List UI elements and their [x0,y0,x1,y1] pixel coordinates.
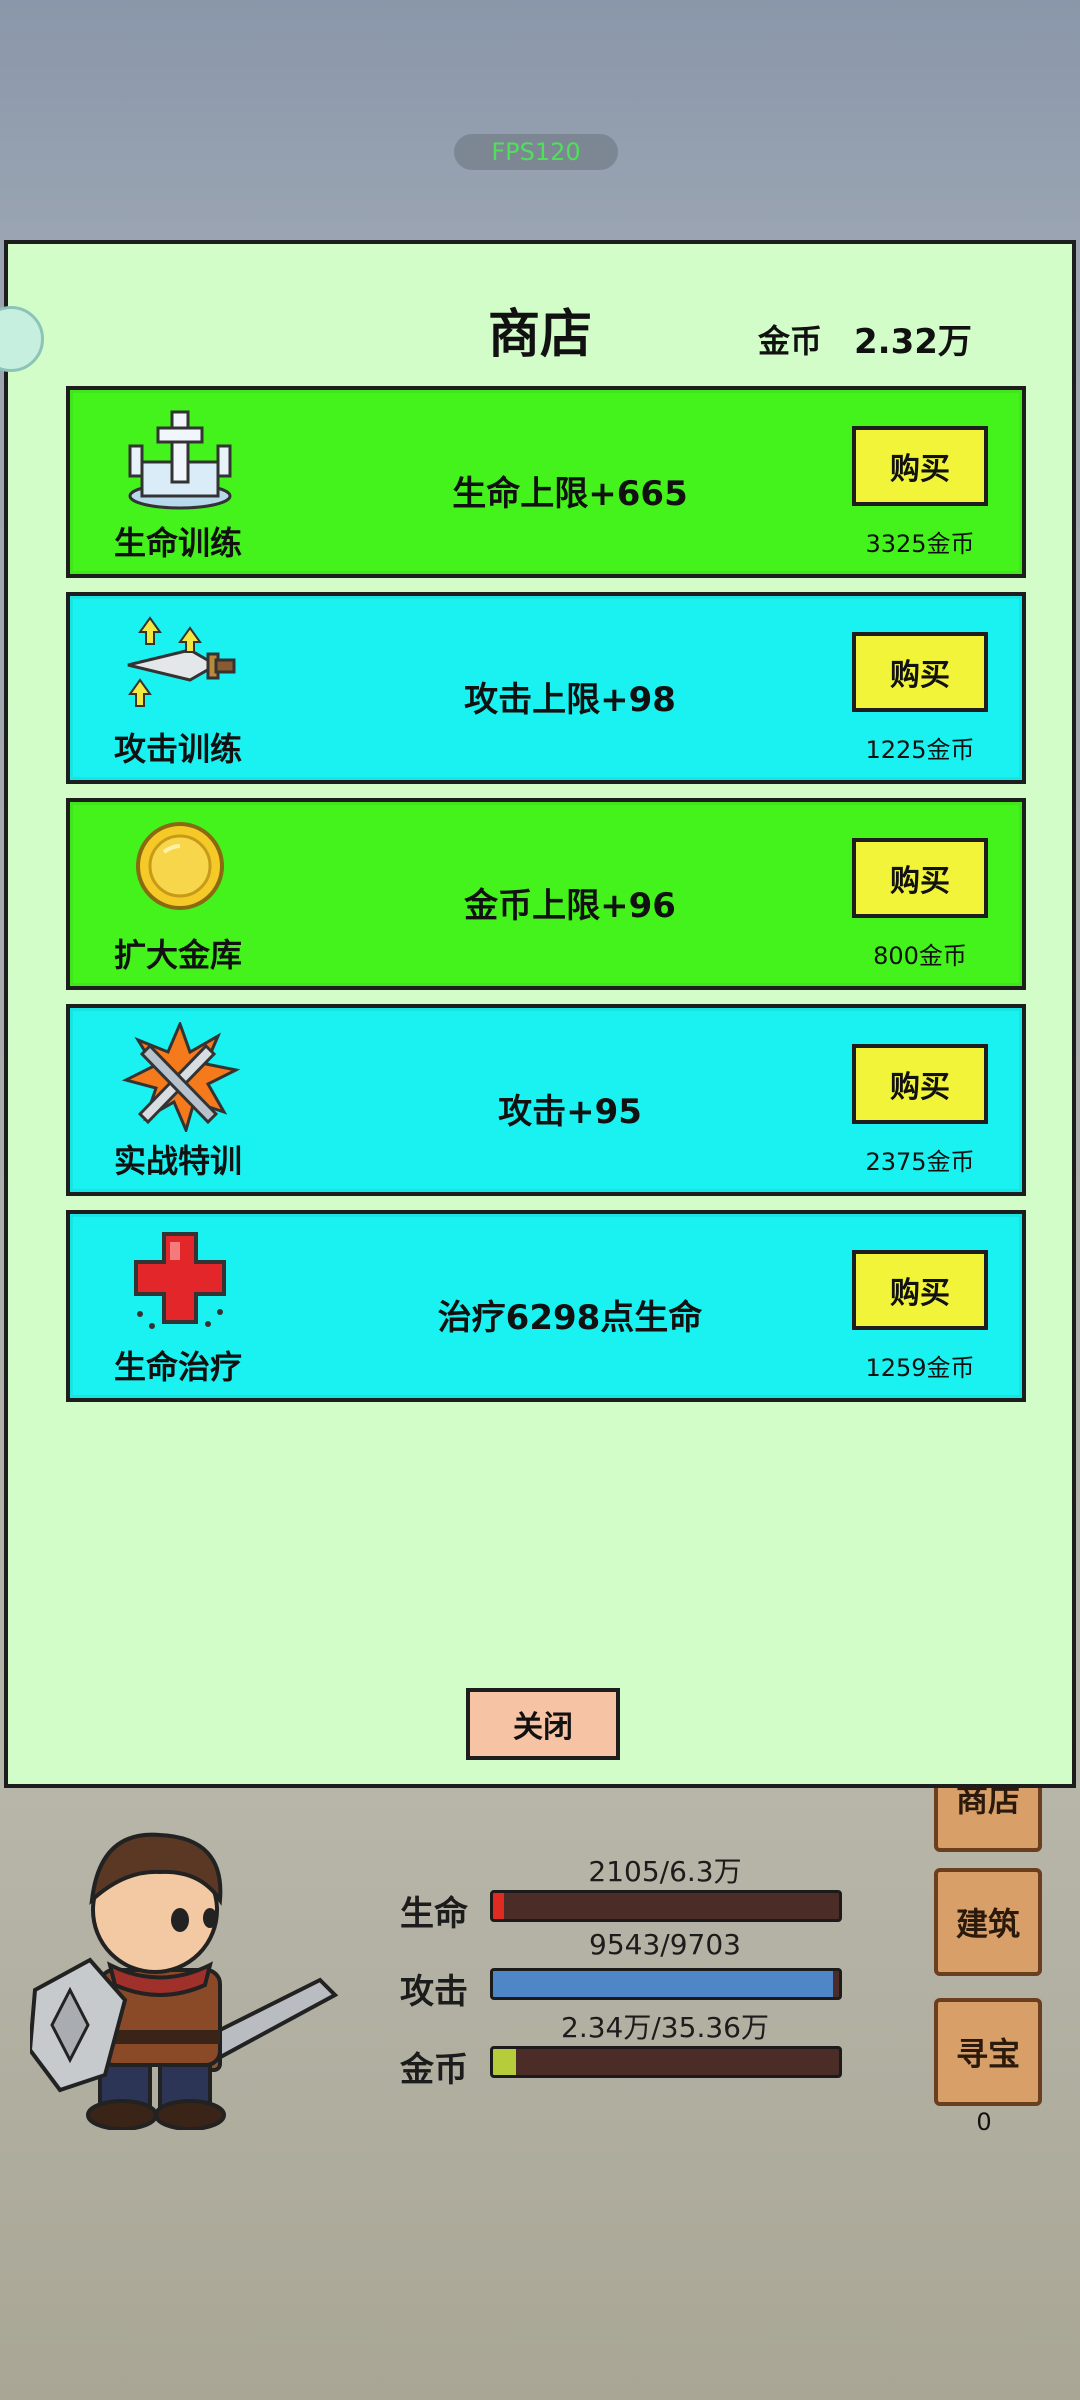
shop-item: 攻击训练 攻击上限+98 购买 1225金币 [66,592,1026,784]
item-effect: 生命上限+665 [452,474,688,514]
buy-button[interactable]: 购买 [852,1044,988,1124]
item-name: 实战特训 [114,1142,243,1180]
shop-item: 实战特训 攻击+95 购买 2375金币 [66,1004,1026,1196]
item-effect: 攻击上限+98 [464,680,676,720]
fps-counter: FPS120 [454,134,618,170]
gold-value: 2.32万 [854,322,972,362]
item-price: 800金币 [873,942,967,970]
shop-item: 生命治疗 治疗6298点生命 购买 1259金币 [66,1210,1026,1402]
item-effect: 金币上限+96 [464,886,676,926]
sword-upgrade-icon [127,616,236,707]
burst-sword-icon [121,1022,240,1132]
gold-label: 金币 [758,322,823,360]
health-statue-icon [128,410,232,510]
item-price: 1225金币 [865,736,975,764]
treasure-button[interactable]: 寻宝 [934,1998,1042,2106]
shop-item: 扩大金库 金币上限+96 购买 800金币 [66,798,1026,990]
hero-character [30,1832,339,2130]
shop-item: 生命训练 生命上限+665 购买 3325金币 [66,386,1026,578]
buy-button[interactable]: 购买 [852,632,988,712]
close-button[interactable]: 关闭 [466,1688,620,1760]
buy-button[interactable]: 购买 [852,838,988,918]
red-cross-icon [134,1232,226,1329]
treasure-count: 0 [976,2108,992,2136]
buy-button[interactable]: 购买 [852,1250,988,1330]
build-button[interactable]: 建筑 [934,1868,1042,1976]
buy-button[interactable]: 购买 [852,426,988,506]
gold-bar-fill [493,2049,516,2075]
gold-stat-value: 2.34万/35.36万 [561,2011,769,2044]
item-name: 扩大金库 [114,936,243,974]
item-effect: 治疗6298点生命 [437,1298,703,1338]
gold-stat-label: 金币 [400,2050,468,2090]
gold-coin-icon [136,822,224,910]
hp-value: 2105/6.3万 [588,1855,742,1888]
item-effect: 攻击+95 [498,1092,642,1132]
item-price: 1259金币 [865,1354,975,1382]
shop-modal: 商店 金币 2.32万 生命训练 生命上限+665 购买 3325金币 攻击训练… [0,240,1076,1788]
attack-value: 9543/9703 [589,1928,741,1961]
item-name: 生命治疗 [114,1348,243,1386]
gold-bar [490,2046,842,2078]
item-name: 攻击训练 [114,730,243,768]
item-name: 生命训练 [114,524,243,562]
item-price: 3325金币 [865,530,975,558]
gold-stat: 金币 2.34万/35.36万 [400,1968,842,2090]
item-price: 2375金币 [865,1148,975,1176]
